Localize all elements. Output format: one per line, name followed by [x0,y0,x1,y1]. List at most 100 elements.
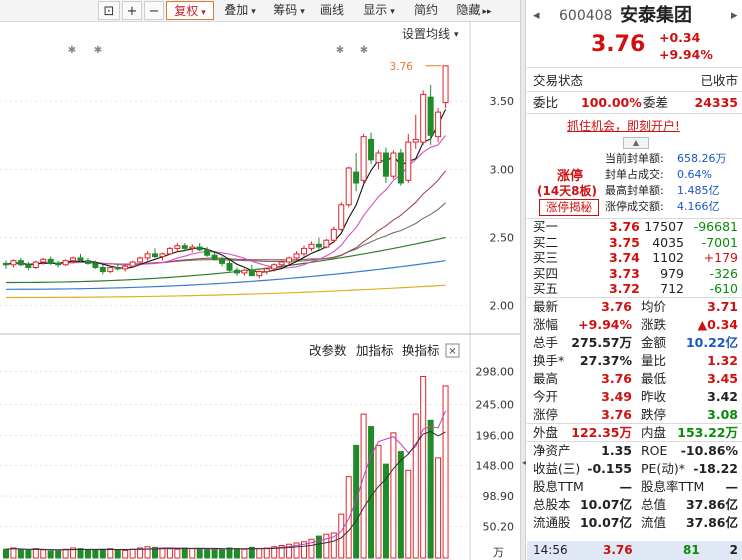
candlestick[interactable] [263,267,270,275]
volume-bar[interactable] [25,549,32,559]
candlestick[interactable] [338,202,345,231]
volume-bar[interactable] [122,549,129,559]
candlestick[interactable] [442,65,449,109]
candlestick[interactable] [122,264,129,272]
candlestick[interactable] [107,266,114,273]
candlestick[interactable] [129,260,136,268]
switch-indicator-button[interactable]: 换指标 [402,343,440,358]
prev-stock-icon[interactable]: ◂ [533,5,540,27]
restore-rights-button[interactable]: 复权 ▾ [166,1,214,20]
zoom-in-button[interactable]: + [122,1,142,20]
candlestick[interactable] [32,260,39,269]
event-marker-icon[interactable]: ✱ [94,45,102,56]
candlestick[interactable] [412,114,419,149]
volume-bar[interactable] [47,550,54,559]
volume-bar[interactable] [114,549,121,559]
volume-bar[interactable] [315,535,322,559]
volume-bar[interactable] [17,549,24,559]
candlestick[interactable] [189,244,196,253]
candlestick[interactable] [323,238,330,249]
volume-bar[interactable] [390,432,397,559]
candlestick[interactable] [353,153,360,192]
simple-mode-button[interactable]: 简约 [408,1,444,20]
volume-bar[interactable] [241,548,248,559]
candlestick[interactable] [375,150,382,170]
volume-bar[interactable] [129,548,136,559]
candlestick[interactable] [382,147,389,183]
change-params-button[interactable]: 改参数 [309,343,347,358]
candlestick[interactable] [159,252,166,261]
candlestick[interactable] [390,150,397,179]
candlestick[interactable] [315,237,322,250]
volume-bar[interactable] [375,444,382,559]
volume-bar[interactable] [360,413,367,559]
volume-bar[interactable] [412,413,419,559]
candlestick[interactable] [25,262,32,271]
volume-bar[interactable] [211,548,218,559]
candlestick[interactable] [397,148,404,186]
volume-bar[interactable] [189,548,196,559]
volume-bar[interactable] [204,549,211,559]
volume-bar[interactable] [263,547,270,559]
candlestick[interactable] [368,132,375,164]
volume-bar[interactable] [62,548,69,559]
volume-bar[interactable] [92,549,99,559]
candlestick[interactable] [144,251,151,261]
candlestick[interactable] [211,252,218,261]
bid-row[interactable]: 买三 3.74 1102 +179 [527,250,742,265]
overlay-button[interactable]: 叠加 ▾ [217,1,263,20]
candlestick[interactable] [152,248,158,258]
candlestick[interactable] [308,241,315,252]
zoom-out-button[interactable]: − [144,1,164,20]
volume-bar[interactable] [233,548,240,559]
candlestick[interactable] [241,268,248,276]
ma-settings-button[interactable]: 设置均线 [402,27,450,41]
candlestick[interactable] [248,264,255,277]
hide-button[interactable]: 隐藏 ▸▸ [450,1,498,20]
candlestick[interactable] [226,260,233,272]
next-stock-icon[interactable]: ▸ [731,5,738,27]
candlestick[interactable] [420,90,427,145]
volume-bar[interactable] [196,548,203,559]
candlestick[interactable] [233,267,240,276]
volume-bar[interactable] [40,549,47,559]
bid-row[interactable]: 买五 3.72 712 -610 [527,281,742,296]
bid-row[interactable]: 买四 3.73 979 -326 [527,266,742,281]
volume-bar[interactable] [166,548,173,559]
candlestick[interactable] [3,260,9,269]
candlestick[interactable] [99,264,106,275]
draw-line-button[interactable]: 画线 [314,1,350,20]
candlestick[interactable] [84,257,91,265]
candlestick[interactable] [360,133,367,183]
candlestick[interactable] [62,259,69,267]
candlestick[interactable] [286,256,293,265]
volume-bar[interactable] [3,548,9,559]
expand-up-icon[interactable]: ▲ [623,137,649,149]
volume-bar[interactable] [84,549,91,559]
volume-bar[interactable] [159,547,166,559]
volume-bar[interactable] [427,419,434,559]
bid-row[interactable]: 买二 3.75 4035 -7001 [527,235,742,250]
volume-bar[interactable] [256,548,263,559]
candlestick[interactable] [301,245,307,257]
candlestick[interactable] [256,270,263,279]
chart-area[interactable]: 3.50 3.00 2.50 2.00 ✱ ✱ ✱ ✱ 设置均线 ▾ 3.76 改参数 加指… [0,22,520,560]
chart-canvas[interactable]: 3.50 3.00 2.50 2.00 ✱ ✱ ✱ ✱ 设置均线 ▾ 3.76 改参数 加指… [0,22,520,560]
volume-bar[interactable] [405,469,412,559]
window-icon[interactable]: ⊡ [98,1,120,20]
candlestick[interactable] [330,226,337,243]
event-marker-icon[interactable]: ✱ [336,45,344,56]
volume-bar[interactable] [181,547,188,559]
candlestick[interactable] [435,108,442,143]
candlestick[interactable] [196,242,203,252]
event-marker-icon[interactable]: ✱ [360,45,368,56]
candlestick[interactable] [17,257,24,267]
volume-bar[interactable] [435,457,442,559]
volume-bar[interactable] [99,548,106,559]
volume-bar[interactable] [420,376,427,559]
volume-bar[interactable] [55,549,62,559]
display-button[interactable]: 显示 ▾ [356,1,402,20]
candlestick[interactable] [77,253,84,263]
candlestick[interactable] [10,259,17,268]
volume-bar[interactable] [323,533,330,559]
